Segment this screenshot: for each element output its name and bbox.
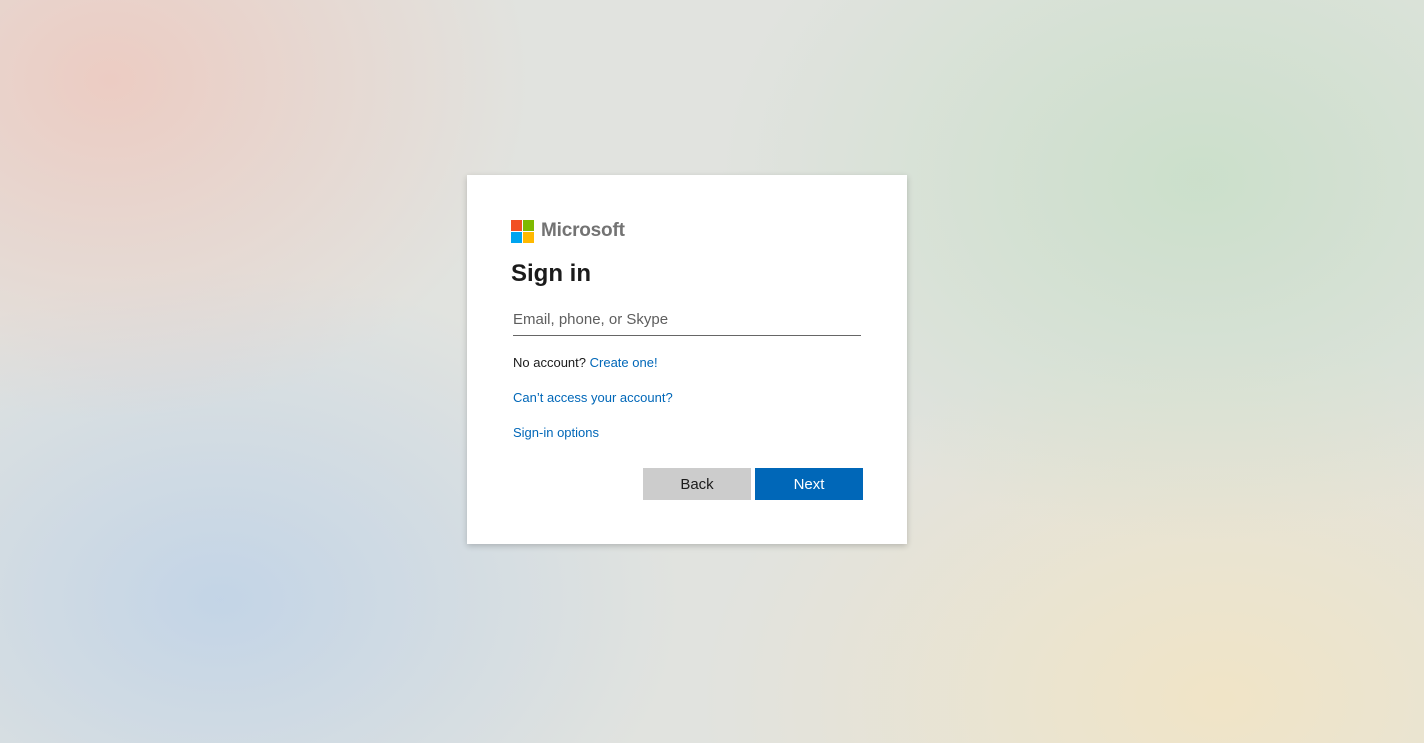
cant-access-account-link[interactable]: Can’t access your account? xyxy=(513,390,673,405)
create-account-link[interactable]: Create one! xyxy=(590,355,658,370)
logo-square-red xyxy=(511,219,522,231)
logo-square-yellow xyxy=(523,231,534,243)
microsoft-logo: Microsoft xyxy=(511,219,863,243)
logo-square-blue xyxy=(511,231,522,243)
next-button[interactable]: Next xyxy=(755,468,863,500)
back-button[interactable]: Back xyxy=(643,468,751,500)
login-page: { "brand": { "name": "Microsoft", "color… xyxy=(0,0,1424,743)
microsoft-logo-icon xyxy=(511,219,534,243)
email-field-container xyxy=(513,303,861,336)
cant-access-row: Can’t access your account? xyxy=(513,390,863,405)
signin-options-link[interactable]: Sign-in options xyxy=(513,425,599,440)
email-input[interactable] xyxy=(513,303,861,335)
sign-in-card: Microsoft Sign in No account? Create one… xyxy=(467,175,907,544)
logo-square-green xyxy=(523,219,534,231)
create-account-row: No account? Create one! xyxy=(513,355,863,370)
action-buttons: Back Next xyxy=(643,468,863,500)
page-title: Sign in xyxy=(511,260,591,287)
no-account-label: No account? xyxy=(513,355,586,370)
brand-name: Microsoft xyxy=(541,220,625,241)
signin-options-row: Sign-in options xyxy=(513,425,863,440)
